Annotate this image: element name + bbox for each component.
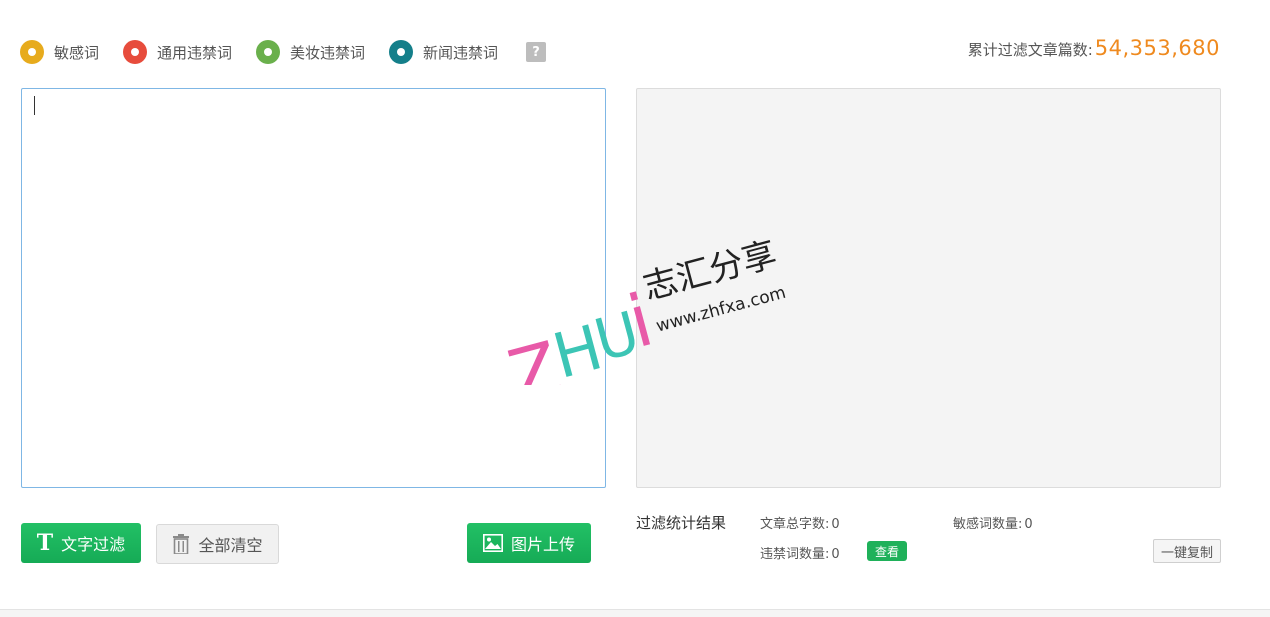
sensitive-count-label: 敏感词数量: xyxy=(953,517,1023,532)
filtered-articles-counter: 累计过滤文章篇数: 54,353,680 xyxy=(968,36,1220,60)
legend-beauty-banned[interactable]: 美妆违禁词 xyxy=(256,40,365,64)
image-upload-label: 图片上传 xyxy=(510,535,575,554)
text-filter-button[interactable]: T 文字过滤 xyxy=(21,523,141,563)
legend-news-banned[interactable]: 新闻违禁词 xyxy=(389,40,498,64)
radio-icon xyxy=(20,40,44,64)
clear-all-button[interactable]: 全部清空 xyxy=(156,524,279,564)
total-chars-stat: 文章总字数: 0 xyxy=(760,513,840,532)
trash-icon xyxy=(172,534,190,554)
footer-divider xyxy=(0,609,1270,617)
counter-value: 54,353,680 xyxy=(1094,36,1220,60)
sensitive-count-stat: 敏感词数量: 0 xyxy=(953,513,1033,532)
input-panel xyxy=(21,88,606,488)
image-icon xyxy=(482,534,503,552)
banned-count-label: 违禁词数量: xyxy=(760,547,830,562)
clear-all-label: 全部清空 xyxy=(198,536,263,555)
word-filter-page: 敏感词 通用违禁词 美妆违禁词 新闻违禁词 ? 累计过滤文章篇数: 54,353… xyxy=(0,0,1270,617)
banned-count-value: 0 xyxy=(831,547,840,562)
legend-label: 通用违禁词 xyxy=(157,43,233,62)
view-banned-button[interactable]: 查看 xyxy=(867,541,907,561)
legend-label: 新闻违禁词 xyxy=(423,43,499,62)
total-chars-label: 文章总字数: xyxy=(760,517,830,532)
text-icon: T xyxy=(36,530,54,556)
stats-title: 过滤统计结果 xyxy=(636,514,727,532)
legend-general-banned[interactable]: 通用违禁词 xyxy=(123,40,232,64)
legend-label: 美妆违禁词 xyxy=(290,43,366,62)
legend-bar: 敏感词 通用违禁词 美妆违禁词 新闻违禁词 ? xyxy=(20,38,547,66)
sensitive-count-value: 0 xyxy=(1024,517,1033,532)
counter-label: 累计过滤文章篇数: xyxy=(967,41,1093,59)
text-input[interactable] xyxy=(22,89,605,487)
image-upload-button[interactable]: 图片上传 xyxy=(467,523,591,563)
copy-all-button[interactable]: 一键复制 xyxy=(1153,539,1221,563)
radio-icon xyxy=(256,40,281,64)
help-icon[interactable]: ? xyxy=(526,42,547,62)
banned-count-stat: 违禁词数量: 0 xyxy=(760,543,840,562)
radio-icon xyxy=(123,40,148,64)
total-chars-value: 0 xyxy=(831,517,840,532)
text-filter-label: 文字过滤 xyxy=(61,535,126,554)
result-panel xyxy=(636,88,1221,488)
radio-icon xyxy=(389,40,414,64)
legend-label: 敏感词 xyxy=(54,43,100,62)
text-caret xyxy=(34,96,35,115)
legend-sensitive[interactable]: 敏感词 xyxy=(20,40,99,64)
